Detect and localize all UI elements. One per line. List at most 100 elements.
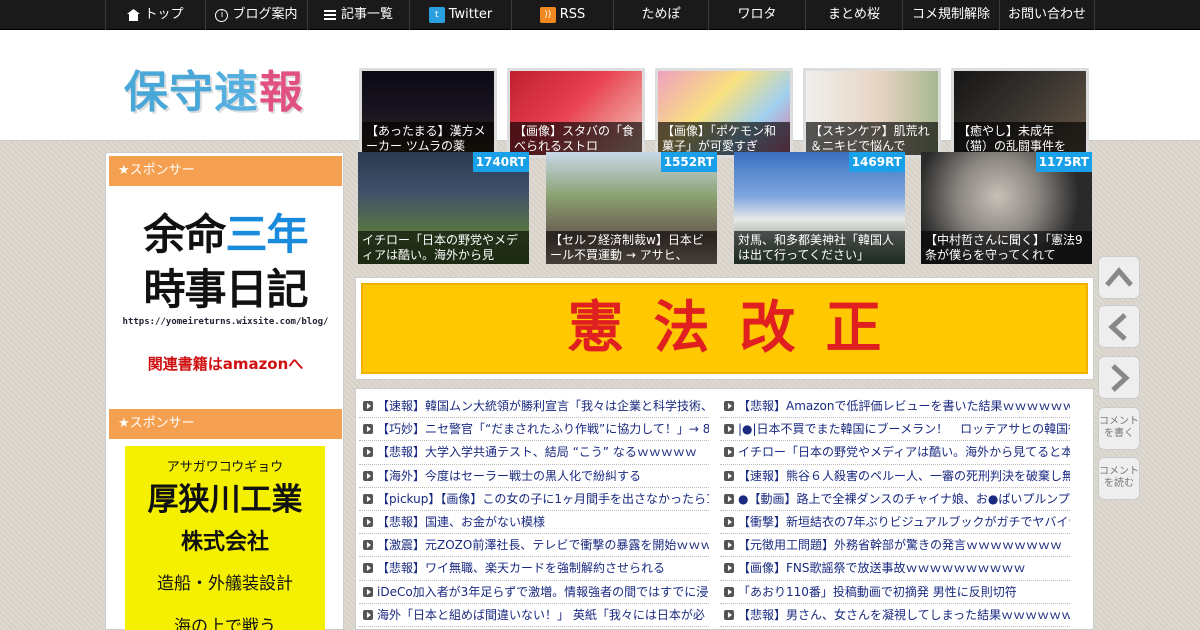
play-bullet-icon xyxy=(724,470,734,481)
list-item[interactable]: 【悲報】大学入学共通テスト、結局 “こう” なるｗｗｗｗｗ xyxy=(359,441,709,465)
play-bullet-icon xyxy=(724,401,734,411)
featured-article[interactable]: 1175RT 【中村哲さんに聞く】「憲法9条が僕らを守ってくれて xyxy=(921,152,1092,264)
nav-item-label: まとめ桜 xyxy=(827,7,880,22)
retweet-count-badge: 1552RT xyxy=(660,152,717,172)
featured-article[interactable]: 1469RT 対馬、和多都美神社「韓国人は出て行ってください」 xyxy=(734,152,905,264)
nav-item-label: ワロタ xyxy=(737,7,777,22)
ad-kana: アサガワコウギョウ xyxy=(166,460,284,475)
list-item[interactable]: 【pickup】【画像】この女の子に1ヶ月間手を出さなかったら10 xyxy=(359,488,709,511)
logo-char: 保 xyxy=(124,67,169,118)
sponsor-heading: ★スポンサー xyxy=(109,156,342,186)
list-item-title: 【衝撃】新垣結衣の7年ぶりビジュアルブックがガチでヤバイｗ xyxy=(738,514,1070,529)
nav-item-rss[interactable]: )) RSS xyxy=(511,0,613,30)
nav-item-tamepo[interactable]: ためぽ xyxy=(613,0,708,30)
news-column-right: 【悲報】Amazonで低評価レビューを書いた結果ｗｗｗｗｗｗ |●|日本不買でま… xyxy=(720,395,1070,627)
list-item[interactable]: 【海外】今度はセーラー戦士の黒人化で紛糾する xyxy=(359,465,709,488)
rss-icon: )) xyxy=(539,7,556,23)
list-item[interactable]: ●【動画】路上で全裸ダンスのチャイナ娘、お●ぱいプルンプル xyxy=(720,488,1070,511)
top-nav-bar: トップ i ブログ案内 記事一覧 t Twitter )) RSS ためぽ ワロ… xyxy=(0,0,1200,30)
play-bullet-icon xyxy=(724,540,734,551)
sponsor-ad-yomei[interactable]: 余命三年 時事日記 https://yomeireturns.wixsite.c… xyxy=(109,189,342,403)
retweet-count-badge: 1469RT xyxy=(848,152,905,172)
list-item[interactable]: 【速報】熊谷６人殺害のペルー人、一審の死刑判決を破棄し無 xyxy=(720,465,1070,488)
ad-amazon-link[interactable]: 関連書籍はamazonへ xyxy=(109,353,342,374)
nav-item-contact[interactable]: お問い合わせ xyxy=(999,0,1095,30)
scroll-top-button[interactable] xyxy=(1098,256,1140,299)
site-logo[interactable]: 保守速報 xyxy=(124,56,304,120)
play-bullet-icon xyxy=(724,586,734,597)
list-item[interactable]: イチロー「日本の野党やメディアは酷い。海外から見てると本 xyxy=(720,441,1070,465)
list-item[interactable]: 【悲報】国連、お金がない模様 xyxy=(359,511,709,535)
site-header: 保守速報 【あったまる】漢方メーカー ツムラの薬 【画像】スタバの「食べられるス… xyxy=(0,30,1200,158)
ad-title-line1: 余命三年 xyxy=(109,201,342,262)
play-bullet-icon xyxy=(363,401,373,411)
ad-url: https://yomeireturns.wixsite.com/blog/ xyxy=(122,317,329,327)
list-item[interactable]: iDeCo加入者が3年足らずで激増。情報強者の間ではすでに浸透 xyxy=(359,581,709,604)
header-thumb[interactable]: 【スキンケア】肌荒れ＆ニキビで悩んで xyxy=(803,68,941,158)
list-item[interactable]: 海外「日本と組めば間違いない！」 英紙「我々には日本が必 xyxy=(359,604,709,627)
list-item-title: 【激震】元ZOZO前澤社長、テレビで衝撃の暴露を開始ｗｗｗｗ xyxy=(377,538,709,553)
header-thumb[interactable]: 【あったまる】漢方メーカー ツムラの薬 xyxy=(359,68,497,158)
read-comments-button[interactable]: コメントを読む xyxy=(1098,457,1140,500)
play-bullet-icon xyxy=(724,516,734,527)
ad-tagline: 海の上で戦う xyxy=(174,617,276,630)
list-item-title: 海外「日本と組めば間違いない！」 英紙「我々には日本が必 xyxy=(377,607,705,622)
nav-item-twitter[interactable]: t Twitter xyxy=(409,0,511,30)
featured-article[interactable]: 1740RT イチロー「日本の野党やメディアは酷い。海外から見 xyxy=(358,152,529,264)
nav-item-comment-unblock[interactable]: コメ規制解除 xyxy=(902,0,999,30)
list-item-title: 【悲報】Amazonで低評価レビューを書いた結果ｗｗｗｗｗｗ xyxy=(738,399,1070,413)
sponsor-ad-asagawa[interactable]: アサガワコウギョウ 厚狭川工業 株式会社 造船・外艤装設計 海の上で戦う xyxy=(125,446,325,630)
list-item-title: |●|日本不買でまた韓国にブーメラン！ ロッテアサヒの韓国従 xyxy=(738,422,1070,437)
next-page-button[interactable] xyxy=(1098,356,1140,399)
list-item[interactable]: 【速報】韓国ムン大統領が勝利宣言「我々は企業と科学技術、 xyxy=(359,395,709,419)
play-bullet-icon xyxy=(363,447,373,458)
featured-article[interactable]: 1552RT 【セルフ経済制裁w】日本ビール不買運動 → アサヒ、 xyxy=(546,152,717,264)
play-bullet-icon xyxy=(724,609,734,620)
list-item[interactable]: 「あおり110番」投稿動画で初摘発 男性に反則切符 xyxy=(720,581,1070,604)
constitution-banner[interactable]: 憲法改正 xyxy=(361,283,1088,374)
logo-char: 報 xyxy=(259,67,304,118)
list-item[interactable]: 【悲報】男さん、女さんを凝視してしまった結果ｗｗｗｗｗｗ xyxy=(720,604,1070,627)
list-item[interactable]: 【巧妙】ニセ警官「“だまされたふり作戦”に協力して！」→ 8 xyxy=(359,418,709,442)
play-bullet-icon xyxy=(363,540,373,551)
list-item-title: iDeCo加入者が3年足らずで激増。情報強者の間ではすでに浸透 xyxy=(377,584,709,599)
list-item-title: 【巧妙】ニセ警官「“だまされたふり作戦”に協力して！」→ 8 xyxy=(377,422,709,437)
nav-item-matome-sakura[interactable]: まとめ桜 xyxy=(805,0,902,30)
nav-item-article-list[interactable]: 記事一覧 xyxy=(307,0,409,30)
list-item-title: 【元徴用工問題】外務省幹部が驚きの発言ｗｗｗｗｗｗｗｗ xyxy=(738,538,1063,553)
sidebar: ★スポンサー 余命三年 時事日記 https://yomeireturns.wi… xyxy=(105,152,344,630)
header-thumb[interactable]: 【癒やし】未成年（猫）の乱闘事件を xyxy=(951,68,1089,158)
retweet-count-badge: 1740RT xyxy=(472,152,529,172)
nav-item-warota[interactable]: ワロタ xyxy=(708,0,805,30)
play-bullet-icon xyxy=(724,493,734,504)
list-item-title: 【速報】熊谷６人殺害のペルー人、一審の死刑判決を破棄し無 xyxy=(738,468,1070,483)
list-item[interactable]: 【衝撃】新垣結衣の7年ぶりビジュアルブックがガチでヤバイｗ xyxy=(720,511,1070,535)
list-item[interactable]: 【悲報】Amazonで低評価レビューを書いた結果ｗｗｗｗｗｗ xyxy=(720,395,1070,419)
list-item-title: ●【動画】路上で全裸ダンスのチャイナ娘、お●ぱいプルンプル xyxy=(738,491,1070,506)
header-thumb[interactable]: 【画像】「ポケモン和菓子」が可愛すぎ xyxy=(655,68,793,158)
list-item-title: 【速報】韓国ムン大統領が勝利宣言「我々は企業と科学技術、 xyxy=(377,399,709,413)
retweet-count-badge: 1175RT xyxy=(1035,152,1092,172)
write-comment-button[interactable]: コメントを書く xyxy=(1098,407,1140,450)
ad-title-part: 余命 xyxy=(143,210,226,259)
list-item[interactable]: 【悲報】ワイ無職、楽天カードを強制解約させられる xyxy=(359,557,709,581)
thumb-caption: 【癒やし】未成年（猫）の乱闘事件を xyxy=(954,122,1086,155)
list-item[interactable]: 【元徴用工問題】外務省幹部が驚きの発言ｗｗｗｗｗｗｗｗ xyxy=(720,534,1070,558)
play-bullet-icon xyxy=(363,586,373,597)
ad-service: 造船・外艤装設計 xyxy=(157,574,293,594)
list-item-title: 【海外】今度はセーラー戦士の黒人化で紛糾する xyxy=(377,468,642,483)
list-item-title: 【画像】FNS歌謡祭で放送事故ｗｗｗｗｗｗｗｗｗｗ xyxy=(738,561,1026,576)
news-column-left: 【速報】韓国ムン大統領が勝利宣言「我々は企業と科学技術、 【巧妙】ニセ警官「“だ… xyxy=(359,395,709,627)
nav-item-label: RSS xyxy=(559,7,586,22)
nav-item-blog-guide[interactable]: i ブログ案内 xyxy=(205,0,307,30)
featured-caption: 対馬、和多都美神社「韓国人は出て行ってください」 xyxy=(734,231,905,264)
list-item[interactable]: 【激震】元ZOZO前澤社長、テレビで衝撃の暴露を開始ｗｗｗｗ xyxy=(359,534,709,558)
featured-caption: 【中村哲さんに聞く】「憲法9条が僕らを守ってくれて xyxy=(921,231,1092,264)
news-list: 【速報】韓国ムン大統領が勝利宣言「我々は企業と科学技術、 【巧妙】ニセ警官「“だ… xyxy=(355,388,1094,630)
previous-page-button[interactable] xyxy=(1098,305,1140,348)
header-thumb[interactable]: 【画像】スタバの「食べられるストロ xyxy=(507,68,645,158)
list-item[interactable]: 【画像】FNS歌謡祭で放送事故ｗｗｗｗｗｗｗｗｗｗ xyxy=(720,557,1070,581)
nav-item-label: ブログ案内 xyxy=(232,7,298,22)
nav-item-top[interactable]: トップ xyxy=(105,0,205,30)
list-item[interactable]: |●|日本不買でまた韓国にブーメラン！ ロッテアサヒの韓国従 xyxy=(720,418,1070,442)
